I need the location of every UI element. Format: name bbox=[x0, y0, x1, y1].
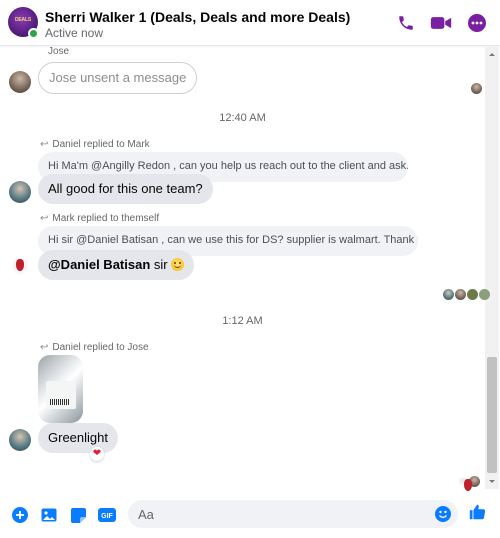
receipt-avatar bbox=[467, 289, 478, 300]
gif-label: GIF bbox=[101, 513, 113, 520]
sender-name: Jose bbox=[48, 46, 70, 57]
reply-arrow-icon: ↩ bbox=[40, 139, 49, 150]
timestamp: 12:40 AM bbox=[219, 112, 266, 124]
online-indicator bbox=[28, 28, 39, 39]
message-input-box[interactable] bbox=[128, 500, 458, 528]
scroll-up-arrow-icon[interactable] bbox=[485, 47, 499, 61]
photo-icon[interactable] bbox=[40, 506, 58, 524]
video-icon[interactable] bbox=[430, 12, 452, 34]
unsent-message[interactable]: Jose unsent a message bbox=[38, 62, 198, 94]
reply-label: ↩ Daniel replied to Mark bbox=[40, 139, 150, 150]
reply-label-text: Mark replied to themself bbox=[52, 213, 160, 224]
barcode bbox=[50, 399, 70, 405]
reply-label-text: Daniel replied to Jose bbox=[52, 342, 149, 353]
sticker-icon[interactable] bbox=[69, 506, 87, 524]
reply-label-text: Daniel replied to Mark bbox=[52, 139, 150, 150]
receipt-avatar bbox=[455, 289, 466, 300]
message-bubble[interactable]: @Daniel Batisan sir bbox=[38, 250, 194, 280]
avatar-logo-text: DEALS bbox=[15, 17, 31, 23]
receipt-avatar bbox=[457, 476, 472, 491]
scrollbar-thumb[interactable] bbox=[487, 357, 497, 473]
reply-arrow-icon: ↩ bbox=[40, 342, 49, 353]
avatar[interactable] bbox=[9, 181, 31, 203]
receipt-avatar bbox=[471, 83, 482, 94]
reply-label: ↩ Daniel replied to Jose bbox=[40, 342, 149, 353]
like-icon[interactable] bbox=[468, 503, 486, 521]
read-receipts bbox=[457, 476, 480, 491]
smile-emoji-icon bbox=[170, 258, 184, 271]
message-text: sir bbox=[150, 257, 168, 272]
heart-reaction-icon[interactable]: ❤ bbox=[90, 447, 104, 461]
emoji-icon[interactable] bbox=[434, 505, 452, 523]
scroll-down-arrow-icon[interactable] bbox=[485, 475, 499, 489]
message-bubble[interactable]: All good for this one team? bbox=[38, 174, 213, 204]
chat-header: DEALS Sherri Walker 1 (Deals, Deals and … bbox=[0, 0, 500, 46]
avatar[interactable] bbox=[9, 256, 31, 278]
message-input[interactable] bbox=[138, 500, 428, 528]
mention-tag[interactable]: @Daniel Batisan bbox=[48, 257, 150, 272]
phone-icon[interactable] bbox=[395, 12, 417, 34]
reply-arrow-icon: ↩ bbox=[40, 213, 49, 224]
add-icon[interactable] bbox=[11, 506, 29, 524]
receipt-avatar bbox=[479, 289, 490, 300]
active-status: Active now bbox=[45, 26, 104, 40]
read-receipts bbox=[471, 83, 482, 94]
read-receipts bbox=[443, 289, 490, 300]
more-icon[interactable] bbox=[466, 12, 488, 34]
avatar[interactable] bbox=[9, 429, 31, 451]
receipt-avatar bbox=[443, 289, 454, 300]
gif-icon[interactable]: GIF bbox=[98, 506, 116, 524]
reply-label: ↩ Mark replied to themself bbox=[40, 213, 159, 224]
timestamp: 1:12 AM bbox=[222, 315, 263, 327]
chat-title[interactable]: Sherri Walker 1 (Deals, Deals and more D… bbox=[45, 9, 350, 25]
message-bubble[interactable]: Greenlight bbox=[38, 423, 118, 453]
avatar[interactable] bbox=[9, 71, 31, 93]
quoted-image[interactable] bbox=[38, 355, 83, 423]
